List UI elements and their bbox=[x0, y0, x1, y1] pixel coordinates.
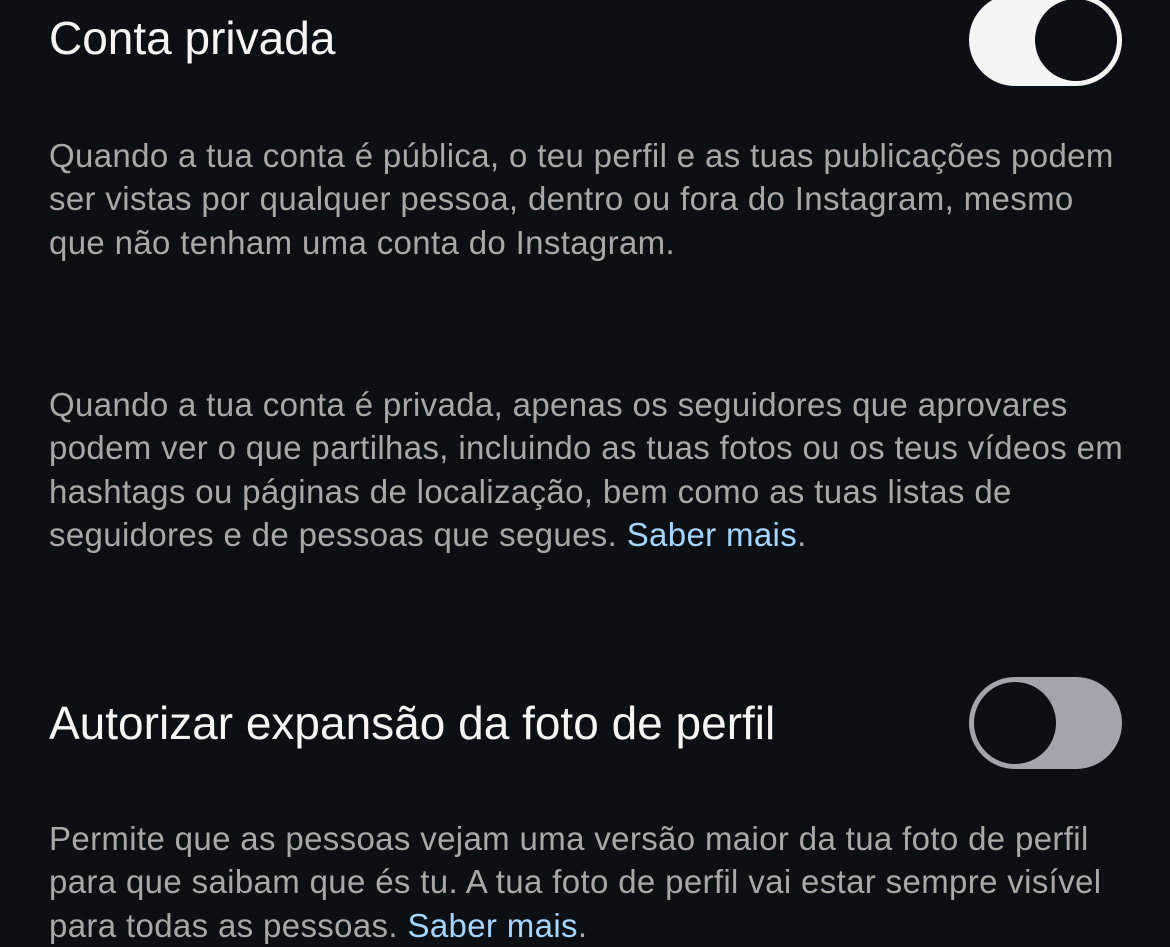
profile-photo-expansion-title: Autorizar expansão da foto de perfil bbox=[49, 697, 776, 749]
profile-photo-expansion-description: Permite que as pessoas vejam uma versão … bbox=[49, 817, 1134, 947]
profile-photo-expansion-row: Autorizar expansão da foto de perfil bbox=[49, 677, 1122, 769]
private-account-learn-more-link[interactable]: Saber mais bbox=[627, 516, 797, 553]
private-account-private-description: Quando a tua conta é privada, apenas os … bbox=[49, 383, 1134, 556]
profile-photo-expansion-toggle-knob bbox=[974, 682, 1056, 764]
private-account-toggle-knob bbox=[1035, 0, 1117, 81]
private-description-text: Quando a tua conta é privada, apenas os … bbox=[49, 386, 1124, 553]
learn-more-period: . bbox=[577, 906, 588, 944]
public-description-text: Quando a tua conta é pública, o teu perf… bbox=[49, 137, 1114, 261]
private-account-public-description: Quando a tua conta é pública, o teu perf… bbox=[49, 134, 1134, 264]
profile-photo-learn-more-link[interactable]: Saber mais bbox=[407, 907, 577, 944]
learn-more-period: . bbox=[797, 515, 807, 553]
private-account-row: Conta privada bbox=[49, 0, 1122, 86]
profile-photo-expansion-toggle[interactable] bbox=[969, 677, 1122, 769]
private-account-title: Conta privada bbox=[49, 12, 336, 64]
private-account-toggle[interactable] bbox=[969, 0, 1122, 86]
